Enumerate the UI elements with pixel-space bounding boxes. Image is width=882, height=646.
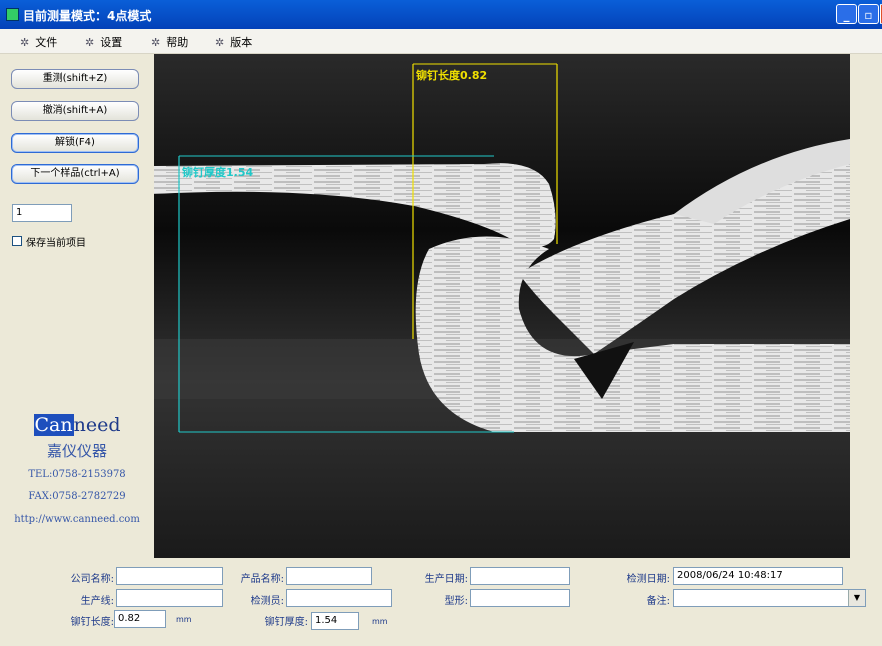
menu-help[interactable]: ✲ 帮助 xyxy=(151,34,188,50)
unlock-button[interactable]: 解锁(F4) xyxy=(11,133,139,153)
menu-help-label: 帮助 xyxy=(166,36,189,49)
gear-icon: ✲ xyxy=(85,36,95,49)
micrograph-image xyxy=(154,54,850,558)
shape-label: 型形: xyxy=(444,596,468,607)
gear-icon: ✲ xyxy=(20,36,30,49)
rivet-length-field[interactable]: 0.82 xyxy=(114,610,166,628)
window-title: 目前测量模式：4点模式 xyxy=(23,9,152,23)
brand-fax: FAX:0758-2782729 xyxy=(28,491,126,502)
menu-settings[interactable]: ✲ 设置 xyxy=(85,34,122,50)
undo-button[interactable]: 撤消(shift+A) xyxy=(11,101,139,121)
brand-logo: Canneed xyxy=(0,414,154,436)
brand-url: http://www.canneed.com xyxy=(14,514,140,525)
thickness-annotation-label: 铆钉厚度1.54 xyxy=(182,166,254,179)
inspection-date-field[interactable]: 2008/06/24 10:48:17 xyxy=(673,567,843,585)
menu-settings-label: 设置 xyxy=(100,36,123,49)
production-line-label: 生产线: xyxy=(80,596,114,607)
shape-field[interactable] xyxy=(470,589,570,607)
measurement-viewer[interactable]: 铆钉长度0.82 铆钉厚度1.54 xyxy=(154,54,850,558)
remark-label: 备注: xyxy=(646,596,670,607)
logo-part2: need xyxy=(73,414,121,436)
brand-tel: TEL:0758-2153978 xyxy=(28,469,126,480)
menu-version[interactable]: ✲ 版本 xyxy=(215,34,252,50)
rivet-length-unit: mm xyxy=(176,615,192,624)
menu-bar: ✲ 文件 ✲ 设置 ✲ 帮助 ✲ 版本 xyxy=(0,29,882,54)
production-date-label: 生产日期: xyxy=(424,574,468,585)
length-annotation-label: 铆钉长度0.82 xyxy=(416,69,488,82)
restore-button[interactable]: ▫ xyxy=(858,4,879,24)
gear-icon: ✲ xyxy=(215,36,225,49)
product-field[interactable] xyxy=(286,567,372,585)
title-bar: 目前测量模式：4点模式 _ ▫ xyxy=(0,0,882,29)
menu-file[interactable]: ✲ 文件 xyxy=(20,34,57,50)
brand-chinese-name: 嘉仪仪器 xyxy=(46,442,107,460)
menu-version-label: 版本 xyxy=(230,36,253,49)
production-date-field[interactable] xyxy=(470,567,570,585)
gear-icon: ✲ xyxy=(151,36,161,49)
remeasure-button[interactable]: 重测(shift+Z) xyxy=(11,69,139,89)
sample-number-input[interactable]: 1 xyxy=(12,204,72,222)
rivet-length-label: 铆钉长度: xyxy=(70,617,114,628)
remark-select[interactable]: ▼ xyxy=(673,589,866,607)
inspector-field[interactable] xyxy=(286,589,392,607)
next-sample-button[interactable]: 下一个样品(ctrl+A) xyxy=(11,164,139,184)
menu-file-label: 文件 xyxy=(35,36,58,49)
company-label: 公司名称: xyxy=(70,574,114,585)
rivet-thickness-field[interactable]: 1.54 xyxy=(311,612,359,630)
inspection-date-label: 检测日期: xyxy=(626,574,670,585)
chevron-down-icon[interactable]: ▼ xyxy=(848,590,865,606)
product-label: 产品名称: xyxy=(240,574,284,585)
logo-part1: Can xyxy=(33,414,74,436)
minimize-button[interactable]: _ xyxy=(836,4,857,24)
rivet-thickness-label: 铆钉厚度: xyxy=(264,617,308,628)
save-project-label: 保存当前项目 xyxy=(26,238,86,249)
save-project-checkbox[interactable] xyxy=(12,236,22,246)
inspector-label: 检测员: xyxy=(250,596,284,607)
rivet-thickness-unit: mm xyxy=(372,617,388,626)
app-icon xyxy=(6,8,19,21)
